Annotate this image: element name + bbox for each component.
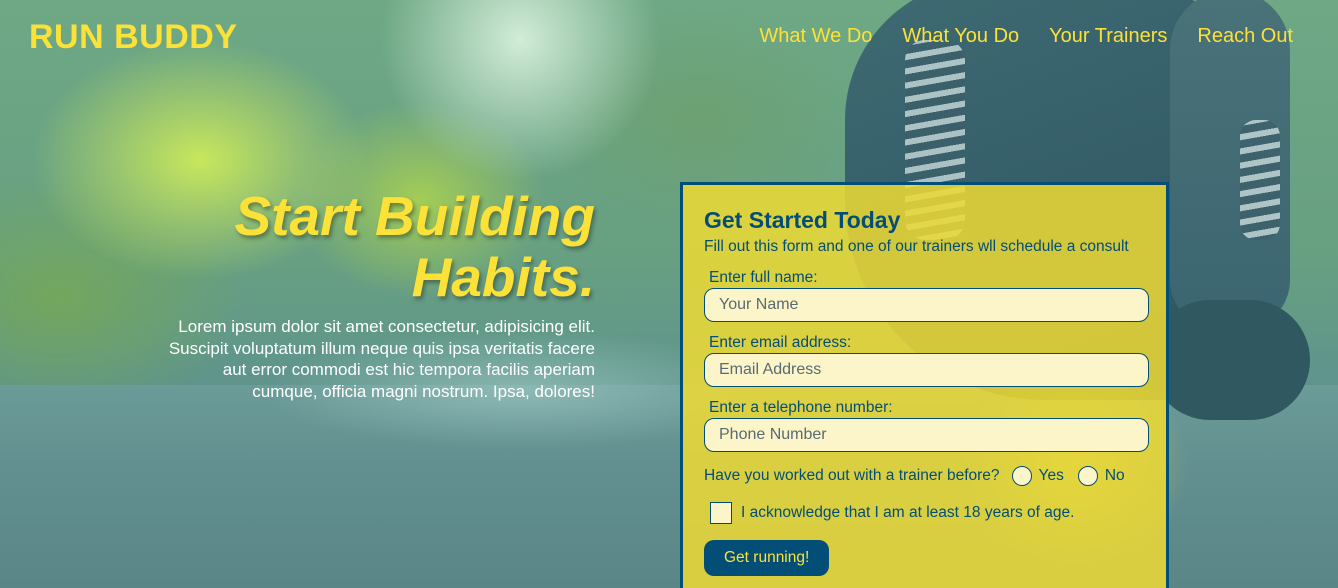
submit-button[interactable]: Get running! xyxy=(704,540,830,576)
nav-link-what-you-do[interactable]: What You Do xyxy=(902,24,1019,48)
nav-link-reach-out[interactable]: Reach Out xyxy=(1197,24,1293,48)
site-header: RUN BUDDY What We Do What You Do Your Tr… xyxy=(0,0,1338,80)
email-label: Enter email address: xyxy=(709,334,852,351)
phone-input[interactable] xyxy=(704,418,1149,452)
form-title: Get Started Today xyxy=(704,207,901,233)
age-acknowledgement-row: I acknowledge that I am at least 18 year… xyxy=(710,502,1146,524)
name-input[interactable] xyxy=(704,288,1149,322)
trainer-no-label[interactable]: No xyxy=(1105,466,1125,486)
trainer-no-radio[interactable] xyxy=(1077,466,1098,486)
email-input[interactable] xyxy=(704,353,1149,387)
name-label: Enter full name: xyxy=(709,269,818,286)
site-logo[interactable]: RUN BUDDY xyxy=(29,17,238,57)
trainer-question-row: Have you worked out with a trainer befor… xyxy=(704,466,1146,486)
phone-label: Enter a telephone number: xyxy=(709,399,893,416)
signup-form: Get Started Today Fill out this form and… xyxy=(680,182,1169,588)
age-acknowledgement-label[interactable]: I acknowledge that I am at least 18 year… xyxy=(741,504,1074,522)
runner-sleeve-stripes-right xyxy=(1240,120,1280,240)
hero-title: Start Building Habits. xyxy=(234,185,595,308)
hero-copy: Start Building Habits. Lorem ipsum dolor… xyxy=(160,186,595,402)
trainer-yes-radio[interactable] xyxy=(1011,466,1032,486)
nav-link-your-trainers[interactable]: Your Trainers xyxy=(1049,24,1167,48)
runner-leg xyxy=(1150,300,1310,420)
main-nav: What We Do What You Do Your Trainers Rea… xyxy=(759,24,1293,48)
form-subtitle: Fill out this form and one of our traine… xyxy=(704,238,1129,255)
trainer-yes-label[interactable]: Yes xyxy=(1039,466,1064,486)
nav-link-what-we-do[interactable]: What We Do xyxy=(759,24,872,48)
trainer-question-label: Have you worked out with a trainer befor… xyxy=(704,467,1000,484)
age-checkbox[interactable] xyxy=(710,502,732,524)
hero-description: Lorem ipsum dolor sit amet consectetur, … xyxy=(168,317,595,401)
